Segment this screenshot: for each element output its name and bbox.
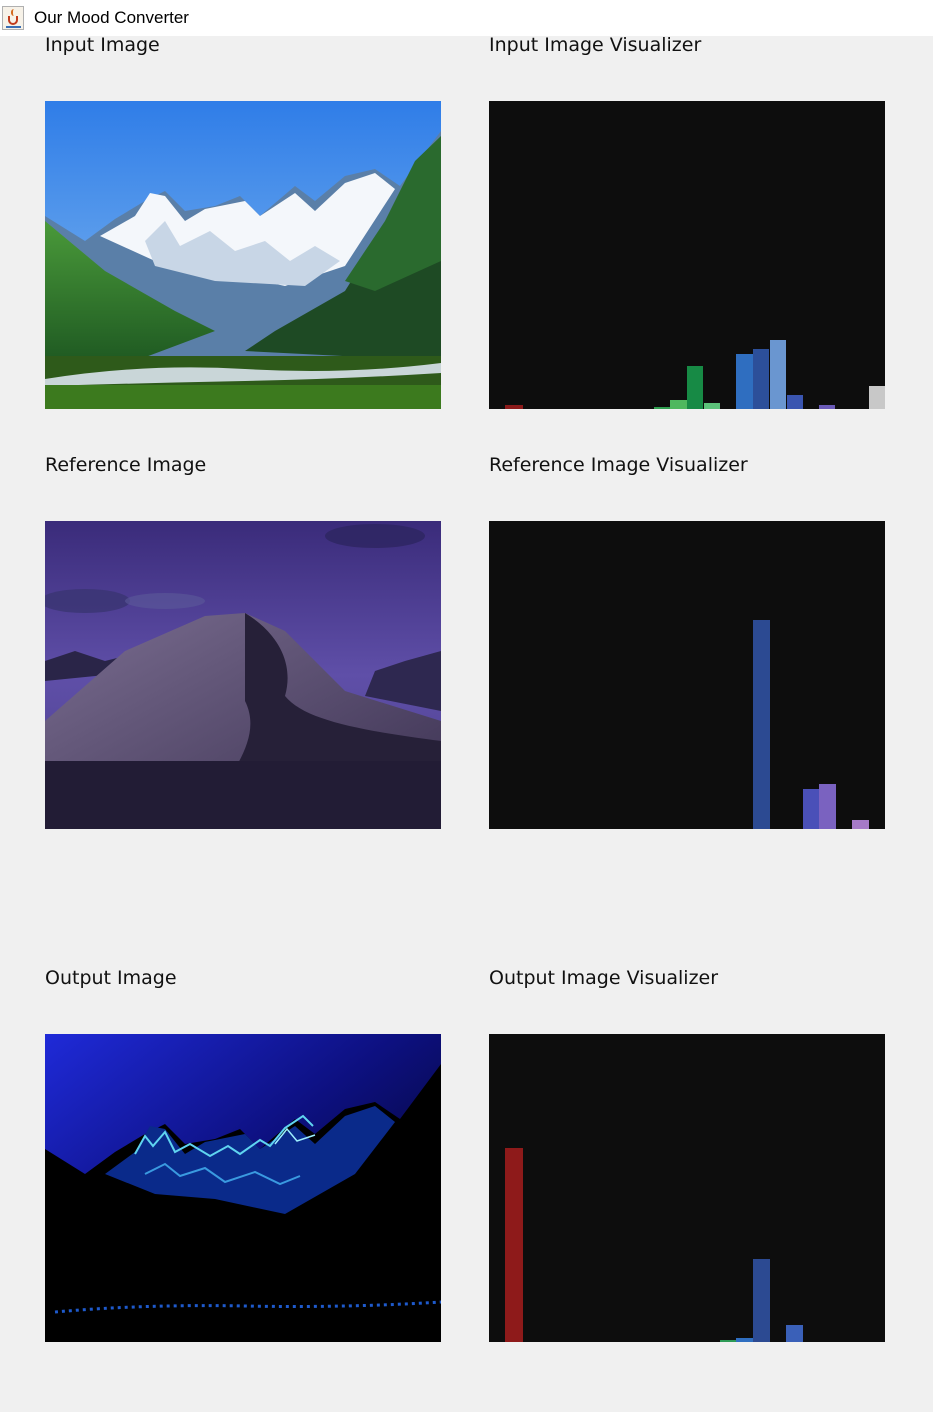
input-image: [45, 101, 441, 409]
window-title: Our Mood Converter: [34, 8, 189, 27]
title-bar: Our Mood Converter: [0, 0, 933, 36]
histogram-bar: [852, 820, 869, 829]
histogram-bar: [654, 407, 670, 409]
histogram-bar: [704, 403, 720, 409]
histogram-bar: [753, 620, 770, 829]
output-image: [45, 1034, 441, 1342]
reference-image-label: Reference Image: [45, 454, 207, 476]
histogram-bar: [736, 354, 753, 409]
java-cup-icon[interactable]: [2, 6, 24, 30]
reference-image: [45, 521, 441, 829]
output-visualizer-label: Output Image Visualizer: [489, 967, 719, 989]
histogram-bar: [753, 1259, 770, 1342]
histogram-bar: [753, 349, 769, 409]
histogram-bar: [505, 1148, 523, 1342]
output-image-label: Output Image: [45, 967, 177, 989]
histogram-bar: [786, 1325, 803, 1342]
histogram-bar: [803, 789, 819, 829]
histogram-bar: [869, 386, 885, 409]
histogram-bar: [670, 400, 687, 409]
input-visualizer-label: Input Image Visualizer: [489, 34, 702, 56]
histogram-bar: [505, 405, 523, 409]
reference-image-visualizer: [489, 521, 885, 829]
input-image-visualizer: [489, 101, 885, 409]
histogram-bar: [736, 1338, 753, 1342]
output-image-visualizer: [489, 1034, 885, 1342]
histogram-bar: [770, 340, 786, 409]
histogram-bar: [819, 784, 836, 829]
histogram-bar: [819, 405, 835, 409]
input-image-label: Input Image: [45, 34, 160, 56]
reference-visualizer-label: Reference Image Visualizer: [489, 454, 748, 476]
histogram-bar: [787, 395, 803, 409]
histogram-bar: [687, 366, 703, 409]
histogram-bar: [720, 1340, 736, 1342]
